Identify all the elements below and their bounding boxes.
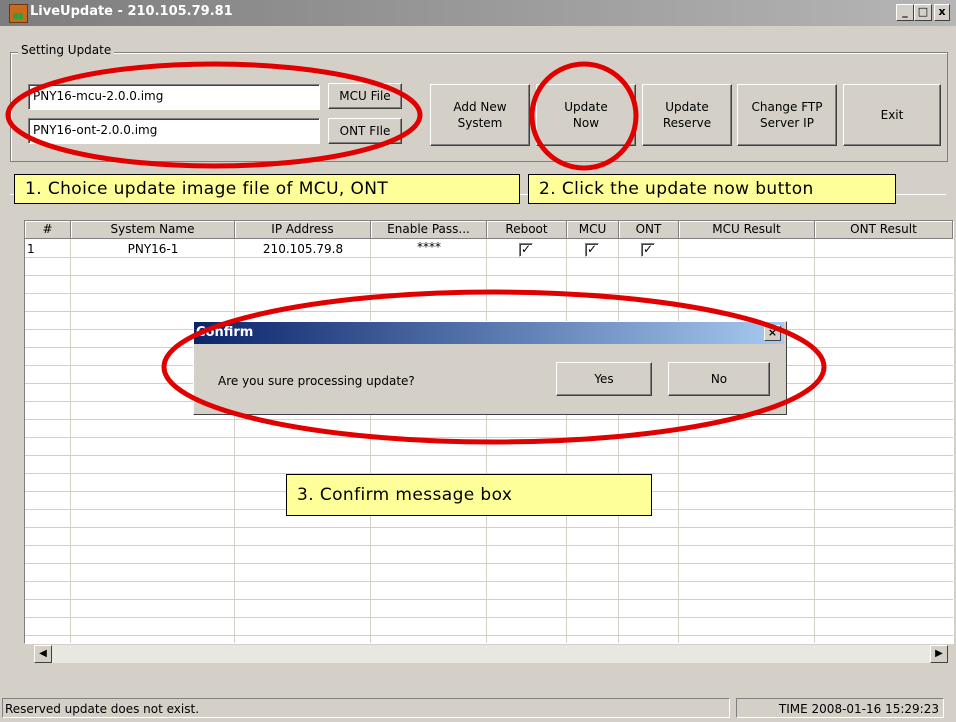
maximize-button[interactable]: □	[914, 4, 932, 21]
row-index: 1	[27, 242, 35, 256]
column-header-mcu[interactable]: MCU	[567, 221, 619, 239]
change-ftp-server-ip-button[interactable]: Change FTP Server IP	[737, 84, 837, 146]
app-icon	[9, 4, 28, 23]
grid-column-line	[566, 239, 567, 643]
column-header-system-name[interactable]: System Name	[71, 221, 235, 239]
mcu-file-button[interactable]: MCU File	[328, 83, 402, 109]
column-header-ont-result[interactable]: ONT Result	[815, 221, 953, 239]
row-ip-address: 210.105.79.8	[262, 242, 344, 256]
grid-row-line	[25, 275, 953, 276]
row-mcu-checkbox[interactable]: ✓	[585, 243, 599, 257]
confirm-dialog: Confirm × Are you sure processing update…	[193, 321, 787, 415]
grid-column-line	[678, 239, 679, 643]
column-header-ip-address[interactable]: IP Address	[235, 221, 371, 239]
confirm-dialog-message: Are you sure processing update?	[218, 374, 415, 388]
callout-step-2: 2. Click the update now button	[528, 174, 896, 204]
grid-row-line	[25, 293, 953, 294]
row-reboot-checkbox[interactable]: ✓	[519, 243, 533, 257]
confirm-no-button[interactable]: No	[668, 362, 770, 396]
mcu-file-input[interactable]: PNY16-mcu-2.0.0.img	[28, 84, 320, 110]
systems-table[interactable]: # System Name IP Address Enable Pass... …	[24, 220, 954, 644]
row-system-name: PNY16-1	[127, 242, 179, 256]
update-reserve-button[interactable]: Update Reserve	[642, 84, 732, 146]
status-message: Reserved update does not exist.	[2, 698, 730, 718]
grid-column-line	[814, 239, 815, 643]
add-new-system-button[interactable]: Add New System	[430, 84, 530, 146]
callout-step-1: 1. Choice update image file of MCU, ONT	[14, 174, 520, 204]
exit-button[interactable]: Exit	[843, 84, 941, 146]
column-header-reboot[interactable]: Reboot	[487, 221, 567, 239]
grid-row-line	[25, 419, 953, 420]
status-time: TIME 2008-01-16 15:29:23	[736, 698, 944, 718]
row-enable-pass: ****	[417, 240, 441, 254]
confirm-dialog-title: Confirm	[196, 325, 254, 340]
scroll-right-arrow-icon[interactable]: ▶	[930, 645, 948, 663]
column-header-index[interactable]: #	[25, 221, 71, 239]
grid-row-line	[25, 635, 953, 636]
column-header-mcu-result[interactable]: MCU Result	[679, 221, 815, 239]
callout-step-3: 3. Confirm message box	[286, 474, 652, 516]
grid-column-line	[370, 239, 371, 643]
grid-row-line	[25, 581, 953, 582]
grid-column-line	[618, 239, 619, 643]
grid-row-line	[25, 437, 953, 438]
ont-file-input[interactable]: PNY16-ont-2.0.0.img	[28, 118, 320, 144]
column-header-enable-pass[interactable]: Enable Pass...	[371, 221, 487, 239]
grid-row-line	[25, 311, 953, 312]
grid-column-line	[70, 239, 71, 643]
grid-column-line	[234, 239, 235, 643]
minimize-button[interactable]: _	[896, 4, 914, 21]
ont-file-button[interactable]: ONT FIle	[328, 118, 402, 144]
confirm-dialog-title-bar: Confirm ×	[194, 322, 784, 344]
grid-row-line	[25, 563, 953, 564]
column-header-ont[interactable]: ONT	[619, 221, 679, 239]
grid-row-line	[25, 455, 953, 456]
grid-row-line	[25, 527, 953, 528]
horizontal-scrollbar[interactable]: ◀ ▶	[34, 645, 948, 663]
grid-column-line	[486, 239, 487, 643]
setting-update-legend: Setting Update	[18, 43, 115, 57]
grid-row-line	[25, 599, 953, 600]
dialog-close-icon[interactable]: ×	[764, 325, 781, 341]
row-ont-checkbox[interactable]: ✓	[641, 243, 655, 257]
grid-row-line	[25, 617, 953, 618]
confirm-yes-button[interactable]: Yes	[556, 362, 652, 396]
title-bar: LiveUpdate - 210.105.79.81 _ □ x	[0, 0, 956, 26]
scroll-left-arrow-icon[interactable]: ◀	[34, 645, 52, 663]
grid-row-line	[25, 545, 953, 546]
window-title: LiveUpdate - 210.105.79.81	[30, 4, 233, 19]
update-now-button[interactable]: Update Now	[536, 84, 636, 146]
close-button[interactable]: x	[934, 4, 950, 21]
